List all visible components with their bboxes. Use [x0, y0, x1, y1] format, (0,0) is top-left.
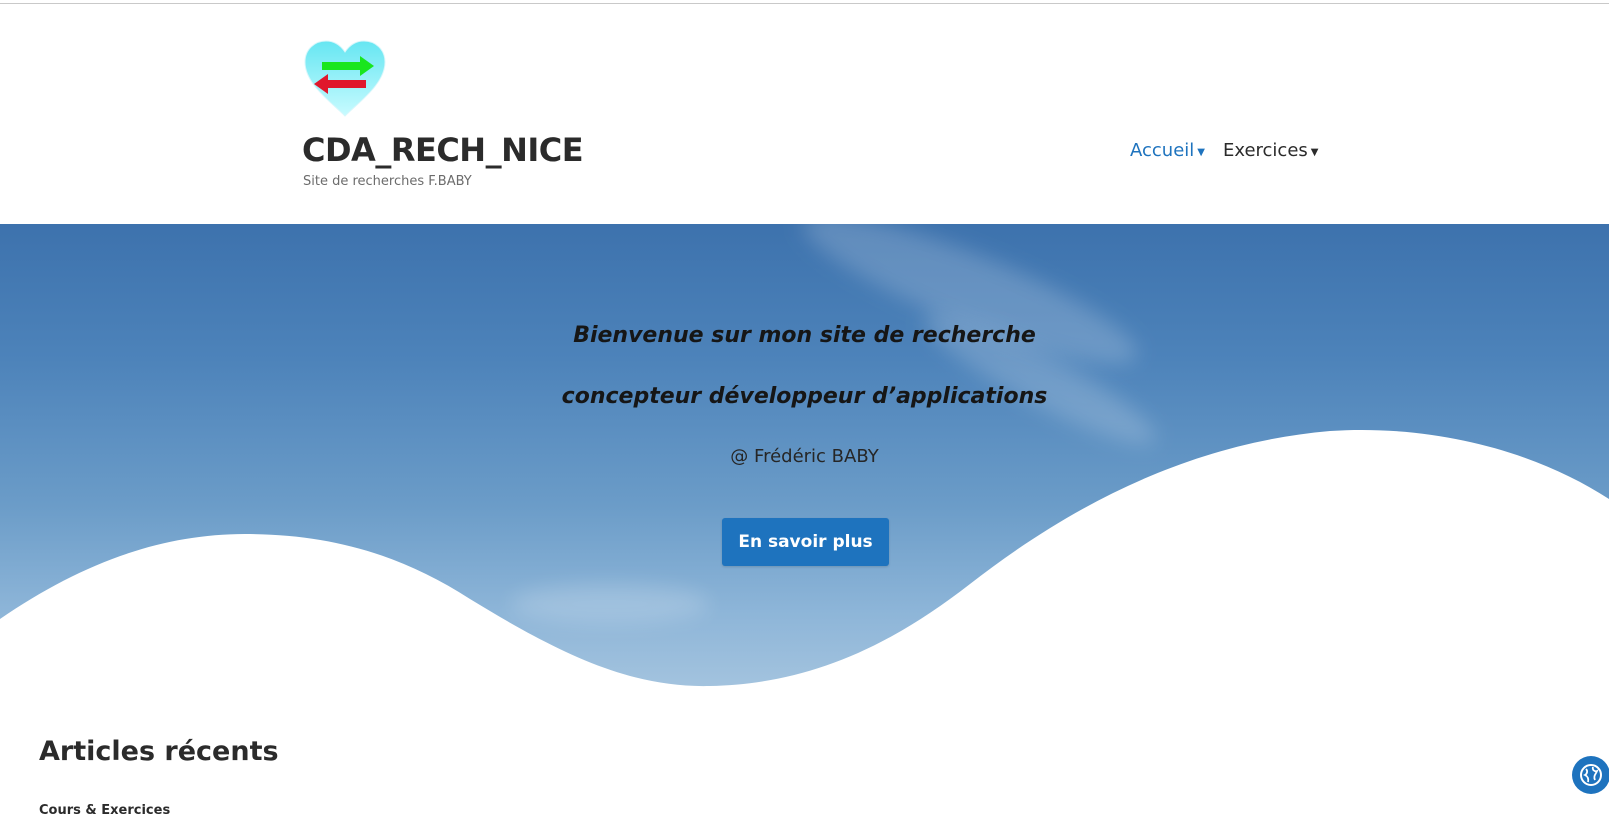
- nav-item-label: Exercices: [1222, 140, 1308, 161]
- caret-down-icon: ▼: [1197, 147, 1205, 158]
- hero-banner: Bienvenue sur mon site de recherche conc…: [0, 224, 1609, 708]
- accessibility-button[interactable]: [1572, 756, 1609, 794]
- nav-item-exercices[interactable]: Exercices ▼: [1223, 140, 1319, 161]
- heart-arrows-logo[interactable]: [303, 40, 387, 118]
- hero-heading-line1: Bienvenue sur mon site de recherche: [573, 323, 1036, 348]
- site-header: CDA_RECH_NICE Site de recherches F.BABY …: [0, 4, 1609, 223]
- primary-nav: Accueil ▼ Exercices ▼: [1130, 140, 1318, 161]
- hero-author: @ Frédéric BABY: [730, 446, 879, 467]
- globe-accessibility-icon: [1580, 764, 1602, 786]
- nav-item-accueil[interactable]: Accueil ▼: [1130, 140, 1205, 161]
- site-tagline: Site de recherches F.BABY: [303, 174, 472, 189]
- recent-articles-heading: Articles récents: [39, 736, 279, 767]
- site-title[interactable]: CDA_RECH_NICE: [302, 130, 584, 170]
- hero-heading-line2: concepteur développeur d’applications: [561, 384, 1048, 409]
- page: CDA_RECH_NICE Site de recherches F.BABY …: [0, 0, 1609, 830]
- heart-arrows-logo-svg: [304, 40, 386, 117]
- recent-article-link[interactable]: Cours & Exercices: [39, 803, 170, 818]
- nav-item-label: Accueil: [1130, 140, 1195, 161]
- learn-more-button[interactable]: En savoir plus: [722, 518, 889, 566]
- caret-down-icon: ▼: [1310, 147, 1319, 158]
